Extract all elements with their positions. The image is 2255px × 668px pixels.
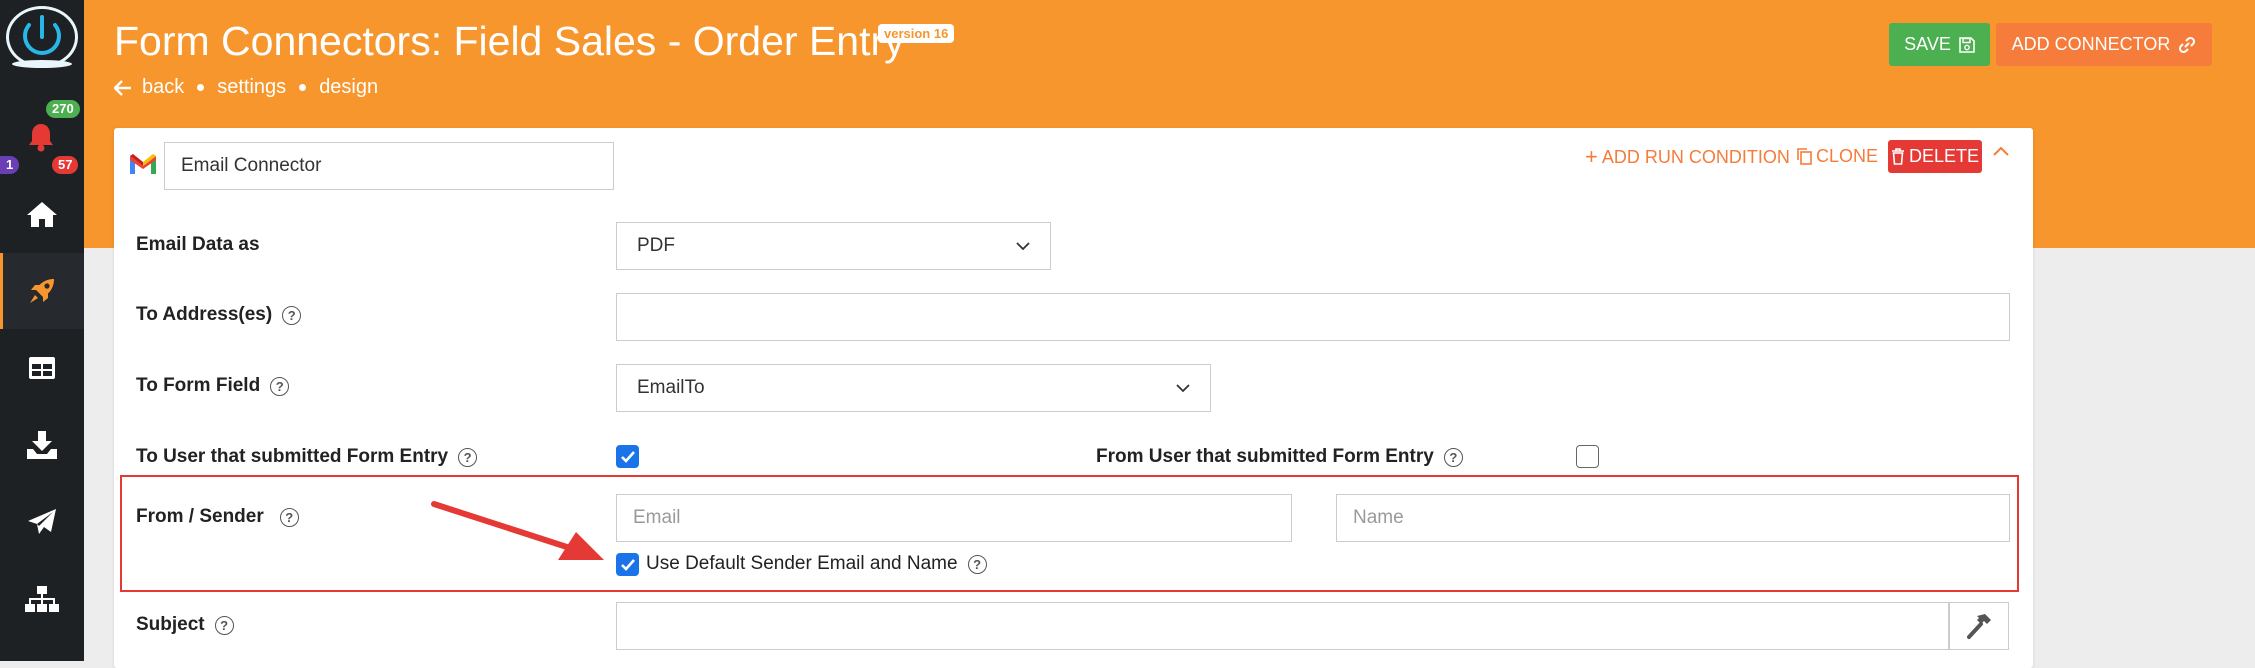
help-icon[interactable]: ? bbox=[458, 447, 478, 467]
from-sender-text: From / Sender bbox=[136, 506, 264, 527]
nav-connectors[interactable] bbox=[0, 253, 84, 329]
nav-dashboard[interactable] bbox=[0, 330, 84, 406]
to-form-field-text: To Form Field bbox=[136, 375, 261, 396]
power-logo-icon[interactable] bbox=[3, 3, 81, 71]
use-default-sender-text: Use Default Sender Email and Name bbox=[646, 553, 958, 574]
plus-icon: + bbox=[1585, 144, 1598, 169]
from-user-label: From User that submitted Form Entry ? bbox=[1096, 446, 1463, 468]
from-sender-label: From / Sender ? bbox=[136, 506, 299, 528]
clone-button[interactable]: CLONE bbox=[1797, 146, 1878, 167]
field-picker-button[interactable] bbox=[1949, 602, 2009, 650]
nav-dispatch[interactable] bbox=[0, 484, 84, 560]
paper-plane-icon bbox=[28, 509, 56, 534]
help-icon[interactable]: ? bbox=[279, 507, 299, 527]
to-addresses-input[interactable] bbox=[616, 293, 2010, 341]
hammer-icon bbox=[1967, 614, 1991, 639]
help-icon[interactable]: ? bbox=[214, 615, 234, 635]
to-user-checkbox[interactable] bbox=[616, 445, 639, 468]
sender-email-input[interactable]: Email bbox=[616, 494, 1292, 542]
rocket-icon bbox=[30, 279, 54, 303]
save-label: SAVE bbox=[1904, 34, 1951, 54]
help-icon[interactable]: ? bbox=[282, 305, 302, 325]
to-form-field-value: EmailTo bbox=[637, 377, 705, 398]
nav-org-chart[interactable] bbox=[0, 561, 84, 637]
home-icon bbox=[27, 202, 57, 227]
help-icon[interactable]: ? bbox=[270, 376, 290, 396]
chevron-up-icon[interactable] bbox=[1992, 145, 2010, 157]
delete-label: DELETE bbox=[1908, 146, 1980, 166]
from-user-text: From User that submitted Form Entry bbox=[1096, 446, 1434, 467]
red-count-badge: 57 bbox=[52, 156, 79, 174]
clone-label: CLONE bbox=[1816, 146, 1879, 166]
to-form-field-select[interactable]: EmailTo bbox=[616, 364, 1211, 412]
purple-count-badge: 1 bbox=[0, 156, 20, 174]
notification-count-badge: 270 bbox=[46, 100, 80, 118]
checkmark-icon bbox=[620, 559, 635, 571]
sender-name-input[interactable]: Name bbox=[1336, 494, 2010, 542]
help-icon[interactable]: ? bbox=[967, 554, 987, 574]
checkmark-icon bbox=[620, 451, 635, 463]
breadcrumb-settings[interactable]: settings bbox=[217, 76, 286, 99]
chevron-down-icon bbox=[1176, 383, 1190, 392]
nav-downloads[interactable] bbox=[0, 407, 84, 483]
breadcrumb-design[interactable]: design bbox=[319, 76, 378, 99]
email-data-as-label: Email Data as bbox=[136, 234, 260, 256]
use-default-sender-checkbox[interactable] bbox=[616, 553, 639, 576]
add-run-condition-label: ADD RUN CONDITION bbox=[1601, 146, 1790, 167]
to-user-label: To User that submitted Form Entry ? bbox=[136, 446, 478, 468]
add-connector-label: ADD CONNECTOR bbox=[2011, 34, 2171, 54]
sidebar: 270 1 57 bbox=[0, 0, 84, 661]
subject-input[interactable] bbox=[616, 602, 1949, 650]
bell-icon[interactable] bbox=[27, 122, 55, 152]
email-data-as-text: Email Data as bbox=[136, 234, 260, 255]
email-data-as-select[interactable]: PDF bbox=[616, 222, 1051, 270]
breadcrumb-back[interactable]: back bbox=[142, 76, 184, 99]
from-user-checkbox[interactable] bbox=[1576, 445, 1599, 468]
save-button[interactable]: SAVE bbox=[1889, 23, 1990, 66]
delete-button[interactable]: DELETE bbox=[1888, 140, 1982, 173]
red-arrow-annotation bbox=[431, 501, 604, 560]
version-badge: version 16 bbox=[878, 24, 955, 43]
to-addresses-label: To Address(es) ? bbox=[136, 304, 302, 326]
breadcrumb-separator bbox=[299, 84, 307, 91]
link-icon bbox=[2179, 36, 2196, 53]
connector-name-input[interactable] bbox=[164, 142, 614, 190]
to-addresses-text: To Address(es) bbox=[136, 304, 273, 325]
gmail-icon bbox=[130, 154, 156, 174]
use-default-sender-label: Use Default Sender Email and Name ? bbox=[646, 553, 987, 575]
to-user-text: To User that submitted Form Entry bbox=[136, 446, 449, 467]
email-data-as-value: PDF bbox=[637, 235, 675, 256]
floppy-disk-icon bbox=[1959, 36, 1975, 53]
subject-text: Subject bbox=[136, 614, 205, 635]
copy-icon bbox=[1797, 148, 1812, 165]
sitemap-icon bbox=[25, 586, 59, 612]
to-form-field-label: To Form Field ? bbox=[136, 375, 290, 397]
dashboard-icon bbox=[29, 357, 55, 379]
arrow-left-icon[interactable] bbox=[114, 79, 132, 96]
help-icon[interactable]: ? bbox=[1443, 447, 1463, 467]
nav-home[interactable] bbox=[0, 176, 84, 252]
trash-icon bbox=[1891, 148, 1904, 165]
breadcrumb-separator bbox=[197, 84, 205, 91]
page-title: Form Connectors: Field Sales - Order Ent… bbox=[114, 18, 905, 64]
subject-label: Subject ? bbox=[136, 614, 234, 636]
add-connector-button[interactable]: ADD CONNECTOR bbox=[1996, 23, 2212, 66]
chevron-down-icon bbox=[1016, 241, 1030, 250]
download-icon bbox=[27, 431, 57, 459]
add-run-condition-button[interactable]: + ADD RUN CONDITION bbox=[1585, 146, 1790, 168]
breadcrumb: back settings design bbox=[114, 76, 378, 99]
